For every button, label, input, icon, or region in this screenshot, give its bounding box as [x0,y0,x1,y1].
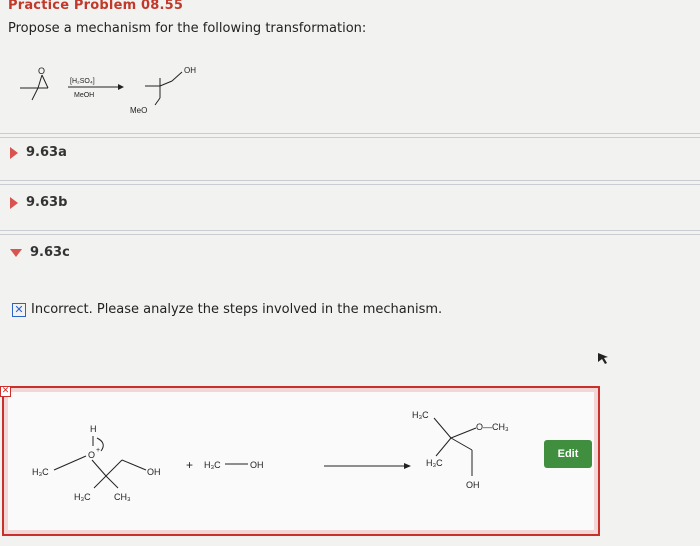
reactant-epoxide: O [20,66,49,101]
product-hydroxyl: OH [184,66,196,75]
divider [0,230,700,235]
product-hydroxyl: OH [466,480,480,490]
section-label: 9.63a [26,145,67,160]
hydroxyl-label: OH [147,467,161,477]
mouse-cursor-icon [598,353,608,364]
product-methyl-mid: H₃C [426,458,443,468]
reaction-scheme: O [H₂SO₄] MeOH OH MeO [20,66,196,115]
h-label: H [90,424,97,434]
epoxide-oxygen: O [38,66,45,76]
feedback-message: ✕ Incorrect. Please analyze the steps in… [12,302,442,317]
reagent-solvent: MeOH [74,92,94,99]
methoxy-label: O—CH₃ [476,422,509,432]
section-label: 9.63c [30,245,70,260]
methanol-hydroxyl: OH [250,460,264,470]
methyl-bottom-label: H₃C [74,492,91,502]
collapse-arrow-icon [10,248,22,257]
expand-arrow-icon [10,196,18,209]
x-icon: ✕ [12,302,26,317]
section-9-63a[interactable]: 9.63a [10,145,67,160]
product-methyl-top: H₃C [412,410,429,420]
divider [0,133,700,138]
section-9-63c[interactable]: 9.63c [10,245,70,260]
answer-panel: H O + H₃C OH H₃C CH₃ + H₃C OH H₃C O—CH₃ … [2,386,600,536]
divider [0,180,700,185]
svg-text:+: + [96,447,100,454]
o-label: O [88,450,95,460]
section-label: 9.63b [26,195,68,210]
reaction-arrow: [H₂SO₄] MeOH [68,78,124,99]
protonated-intermediate: H O + H₃C OH H₃C CH₃ [32,424,161,502]
mechanism-arrow [324,463,411,469]
problem-prompt: Propose a mechanism for the following tr… [8,21,367,36]
product-structure: OH MeO [130,66,196,115]
methyl-right-label: CH₃ [114,492,131,502]
reagent-acid: [H₂SO₄] [70,78,95,85]
problem-title: Practice Problem 08.55 [8,0,184,13]
product-methoxy: MeO [130,106,147,115]
edit-button[interactable]: Edit [544,440,592,468]
methanol-methyl: H₃C [204,460,221,470]
plus-sign: + [186,458,193,472]
feedback-text: Incorrect. Please analyze the steps invo… [31,302,443,317]
expand-arrow-icon [10,146,18,159]
close-icon[interactable]: ✕ [0,386,11,397]
mechanism-drawing[interactable]: H O + H₃C OH H₃C CH₃ + H₃C OH H₃C O—CH₃ … [4,388,602,538]
product-molecule: H₃C O—CH₃ H₃C OH [412,410,509,490]
methanol: H₃C OH [204,460,264,470]
methyl-left-label: H₃C [32,467,49,477]
section-9-63b[interactable]: 9.63b [10,195,67,210]
